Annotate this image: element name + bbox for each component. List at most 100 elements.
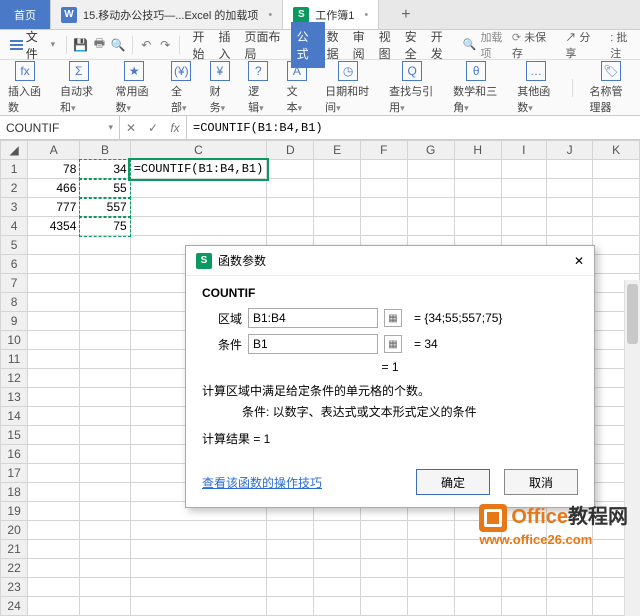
- cell[interactable]: [593, 179, 640, 198]
- cell[interactable]: [267, 578, 314, 597]
- cell[interactable]: [80, 236, 130, 255]
- cell[interactable]: [28, 274, 80, 293]
- cell[interactable]: [80, 445, 130, 464]
- math-fn[interactable]: θ数学和三角▾: [449, 61, 503, 115]
- row-header[interactable]: 7: [1, 274, 28, 293]
- cell[interactable]: [314, 217, 361, 236]
- col-header[interactable]: C: [130, 141, 267, 160]
- col-header[interactable]: G: [407, 141, 454, 160]
- cell[interactable]: [407, 597, 454, 616]
- cell[interactable]: [361, 521, 408, 540]
- cell[interactable]: [314, 578, 361, 597]
- row-header[interactable]: 20: [1, 521, 28, 540]
- row-header[interactable]: 9: [1, 312, 28, 331]
- row-header[interactable]: 8: [1, 293, 28, 312]
- col-header[interactable]: A: [28, 141, 80, 160]
- cell[interactable]: [130, 597, 267, 616]
- cell[interactable]: [28, 597, 80, 616]
- all-fn[interactable]: (¥)全部▾: [167, 61, 196, 115]
- ribbon-search[interactable]: 🔍 加载项: [463, 29, 510, 61]
- cell[interactable]: [314, 521, 361, 540]
- cell[interactable]: [28, 293, 80, 312]
- cell[interactable]: [28, 578, 80, 597]
- cell[interactable]: [454, 217, 501, 236]
- cell[interactable]: [28, 388, 80, 407]
- cell[interactable]: 557: [80, 198, 130, 217]
- comments-button[interactable]: : 批注: [610, 29, 636, 61]
- cell[interactable]: 75: [80, 217, 130, 236]
- cell[interactable]: [130, 198, 267, 217]
- row-header[interactable]: 12: [1, 369, 28, 388]
- cell[interactable]: [28, 426, 80, 445]
- cell[interactable]: [407, 198, 454, 217]
- cell[interactable]: [454, 559, 501, 578]
- cell[interactable]: [314, 559, 361, 578]
- cell[interactable]: [454, 578, 501, 597]
- cell[interactable]: [28, 464, 80, 483]
- cell[interactable]: [80, 578, 130, 597]
- row-header[interactable]: 13: [1, 388, 28, 407]
- cell[interactable]: 78: [28, 160, 80, 179]
- cell[interactable]: [80, 274, 130, 293]
- cell[interactable]: [80, 331, 130, 350]
- row-header[interactable]: 16: [1, 445, 28, 464]
- help-link[interactable]: 查看该函数的操作技巧 �힩: [202, 474, 325, 491]
- cell[interactable]: [28, 331, 80, 350]
- cell[interactable]: [314, 597, 361, 616]
- row-header[interactable]: 11: [1, 350, 28, 369]
- cell[interactable]: [130, 217, 267, 236]
- cell[interactable]: [593, 198, 640, 217]
- cell[interactable]: [501, 198, 546, 217]
- vertical-scrollbar[interactable]: [624, 280, 640, 616]
- cell[interactable]: [130, 559, 267, 578]
- cell[interactable]: [547, 179, 593, 198]
- cell[interactable]: [314, 540, 361, 559]
- cell[interactable]: [80, 559, 130, 578]
- other-fn[interactable]: …其他函数▾: [513, 61, 559, 115]
- finance-fn[interactable]: ¥财务▾: [206, 61, 235, 115]
- cell[interactable]: [314, 160, 361, 179]
- cell[interactable]: [28, 236, 80, 255]
- cell[interactable]: [28, 502, 80, 521]
- cell[interactable]: [547, 160, 593, 179]
- col-header[interactable]: D: [267, 141, 314, 160]
- cell[interactable]: [361, 559, 408, 578]
- common-fn[interactable]: ★常用函数▾: [112, 61, 158, 115]
- share-button[interactable]: ↗ 分享: [565, 29, 598, 61]
- cell[interactable]: [501, 559, 546, 578]
- undo-icon[interactable]: ↶: [138, 36, 155, 54]
- cell[interactable]: 466: [28, 179, 80, 198]
- cell[interactable]: [28, 540, 80, 559]
- cell[interactable]: [130, 540, 267, 559]
- cell[interactable]: [28, 407, 80, 426]
- row-header[interactable]: 10: [1, 331, 28, 350]
- collapse-dialog-icon[interactable]: ▦: [384, 309, 402, 327]
- row-header[interactable]: 22: [1, 559, 28, 578]
- cell[interactable]: [547, 559, 593, 578]
- cell[interactable]: [314, 198, 361, 217]
- cell[interactable]: [28, 255, 80, 274]
- cell[interactable]: [593, 255, 640, 274]
- preview-icon[interactable]: 🔍: [110, 36, 127, 54]
- cell[interactable]: [267, 521, 314, 540]
- row-header[interactable]: 4: [1, 217, 28, 236]
- lookup-fn[interactable]: Q查找与引用▾: [385, 61, 439, 115]
- cell[interactable]: [80, 350, 130, 369]
- ok-button[interactable]: 确定: [416, 469, 490, 495]
- collapse-dialog-icon[interactable]: ▦: [384, 335, 402, 353]
- cell[interactable]: [593, 236, 640, 255]
- cell[interactable]: [80, 312, 130, 331]
- row-header[interactable]: 17: [1, 464, 28, 483]
- cell[interactable]: =COUNTIF(B1:B4,B1): [130, 160, 267, 179]
- cell[interactable]: 777: [28, 198, 80, 217]
- cell[interactable]: [80, 597, 130, 616]
- col-header[interactable]: E: [314, 141, 361, 160]
- row-header[interactable]: 24: [1, 597, 28, 616]
- cell[interactable]: [80, 464, 130, 483]
- row-header[interactable]: 15: [1, 426, 28, 445]
- cell[interactable]: [361, 597, 408, 616]
- cell[interactable]: [361, 217, 408, 236]
- cell[interactable]: [130, 521, 267, 540]
- tab-doc-menu[interactable]: •: [268, 9, 272, 21]
- cell[interactable]: 4354: [28, 217, 80, 236]
